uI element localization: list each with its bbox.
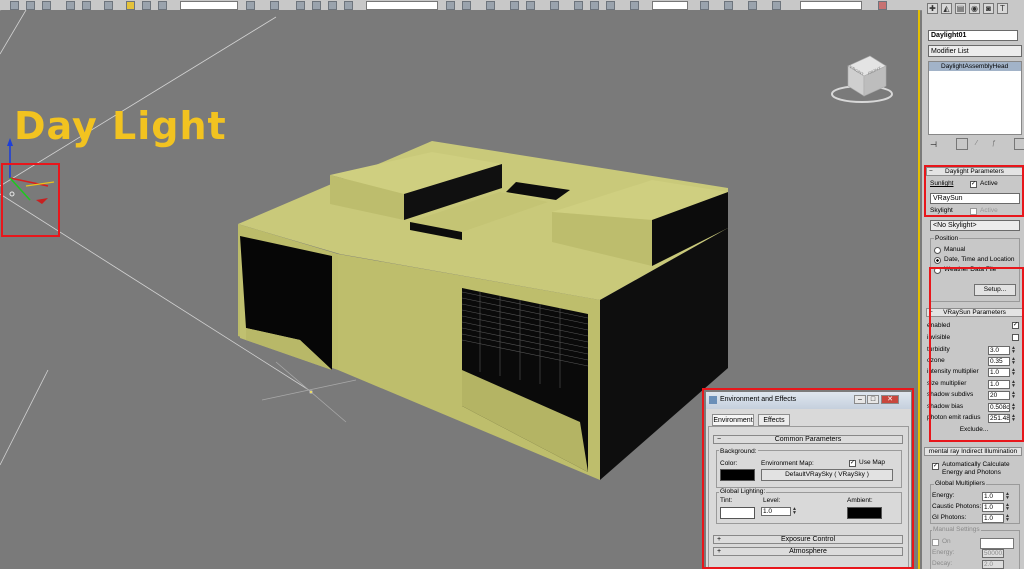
rendered-frame-icon[interactable] <box>590 1 599 10</box>
display-tab-icon[interactable]: ◙ <box>983 3 994 14</box>
remove-modifier-icon[interactable]: ƒ <box>992 140 996 147</box>
rotate-icon[interactable] <box>142 1 151 10</box>
date-time-location-label: Date, Time and Location <box>944 256 1015 263</box>
highlight-axis-gizmo <box>1 163 60 237</box>
motion-tab-icon[interactable]: ◉ <box>969 3 980 14</box>
manual-label: Manual <box>944 246 966 253</box>
unlink-icon[interactable] <box>82 1 91 10</box>
gi-photons-label: GI Photons: <box>932 514 967 521</box>
stack-item-daylight[interactable]: DaylightAssemblyHead <box>929 62 1021 71</box>
selection-tool-icon[interactable] <box>748 1 757 10</box>
position-label: Position <box>934 235 960 243</box>
energy-spinner[interactable]: 1.0 <box>982 492 1004 501</box>
manual-settings-label: Manual Settings <box>932 526 981 534</box>
mental-ray-rollout[interactable]: mental ray Indirect Illumination <box>924 447 1022 456</box>
manual-on-label: On <box>942 538 951 545</box>
material-editor-icon[interactable] <box>550 1 559 10</box>
decay-spinner[interactable]: 2.0 <box>982 560 1004 569</box>
reference-coordinate-dropdown[interactable] <box>180 1 238 10</box>
configure-sets-icon[interactable] <box>1014 138 1024 150</box>
energy-spinner-arrows[interactable]: ▲ ▼ <box>1005 492 1010 501</box>
utilities-tab-icon[interactable]: T <box>997 3 1008 14</box>
bind-space-warp-icon[interactable] <box>104 1 113 10</box>
highlight-daylight-params <box>924 165 1024 217</box>
vray-toolbar-icon[interactable] <box>878 1 887 10</box>
link-icon[interactable] <box>66 1 75 10</box>
skylight-type-dropdown[interactable]: <No Skylight> <box>930 220 1020 231</box>
object-name-field[interactable]: Daylight01 <box>928 30 1018 41</box>
pivot-icon[interactable] <box>246 1 255 10</box>
freeform-icon[interactable] <box>724 1 733 10</box>
caustic-spinner[interactable]: 1.0 <box>982 503 1004 512</box>
auto-calc-checkbox[interactable]: ✓ <box>932 463 939 470</box>
caustic-spinner-arrows[interactable]: ▲ ▼ <box>1005 503 1010 512</box>
render-production-icon[interactable] <box>630 1 639 10</box>
window-crossing-icon[interactable] <box>42 1 51 10</box>
graphite-tool-icon[interactable] <box>700 1 709 10</box>
select-icon[interactable] <box>10 1 19 10</box>
hierarchy-tab-icon[interactable]: ▤ <box>955 3 966 14</box>
layer-manager-icon[interactable] <box>486 1 495 10</box>
align-icon[interactable] <box>462 1 471 10</box>
object-paint-icon[interactable] <box>772 1 781 10</box>
mirror-icon[interactable] <box>446 1 455 10</box>
auto-calc-label: Automatically Calculate Energy and Photo… <box>942 461 1010 476</box>
select-region-icon[interactable] <box>26 1 35 10</box>
modifier-list-dropdown[interactable]: Modifier List <box>928 45 1022 57</box>
modifier-stack[interactable]: DaylightAssemblyHead <box>928 61 1022 135</box>
highlight-vraysun-params <box>929 267 1024 442</box>
ribbon-dropdown[interactable] <box>800 1 862 10</box>
manual-radio[interactable] <box>934 247 941 254</box>
gi-photons-spinner-arrows[interactable]: ▲ ▼ <box>1005 514 1010 523</box>
snap-icon[interactable] <box>296 1 305 10</box>
render-setup-icon[interactable] <box>574 1 583 10</box>
move-icon[interactable] <box>126 1 135 10</box>
render-icon[interactable] <box>606 1 615 10</box>
date-time-location-radio[interactable] <box>934 257 941 264</box>
stack-controls: ⊣ ⁄ ƒ <box>928 138 1024 150</box>
render-preset-dropdown[interactable] <box>652 1 688 10</box>
global-mult-label: Global Multipliers <box>934 480 986 488</box>
energy-label: Energy: <box>932 492 955 499</box>
pin-stack-icon[interactable]: ⊣ <box>930 140 937 149</box>
manual-color-swatch[interactable] <box>980 538 1014 549</box>
gi-photons-spinner[interactable]: 1.0 <box>982 514 1004 523</box>
manual-energy-label: Energy: <box>932 549 955 556</box>
decay-label: Decay: <box>932 560 953 567</box>
caustic-label: Caustic Photons: <box>932 503 982 510</box>
angle-snap-icon[interactable] <box>312 1 321 10</box>
select-manipulate-icon[interactable] <box>270 1 279 10</box>
schematic-view-icon[interactable] <box>526 1 535 10</box>
highlight-env-dialog <box>702 388 914 569</box>
make-unique-icon[interactable]: ⁄ <box>976 140 977 147</box>
modify-tab-icon[interactable]: ◭ <box>941 3 952 14</box>
scale-icon[interactable] <box>158 1 167 10</box>
spinner-snap-icon[interactable] <box>344 1 353 10</box>
named-selection-dropdown[interactable] <box>366 1 438 10</box>
show-end-result-icon[interactable] <box>956 138 968 150</box>
create-tab-icon[interactable]: ✚ <box>927 3 938 14</box>
percent-snap-icon[interactable] <box>328 1 337 10</box>
curve-editor-icon[interactable] <box>510 1 519 10</box>
manual-on-checkbox[interactable] <box>932 539 939 546</box>
day-light-3d-text: Day Light <box>14 104 227 148</box>
manual-energy-spinner[interactable]: 50000.0 <box>982 549 1004 558</box>
